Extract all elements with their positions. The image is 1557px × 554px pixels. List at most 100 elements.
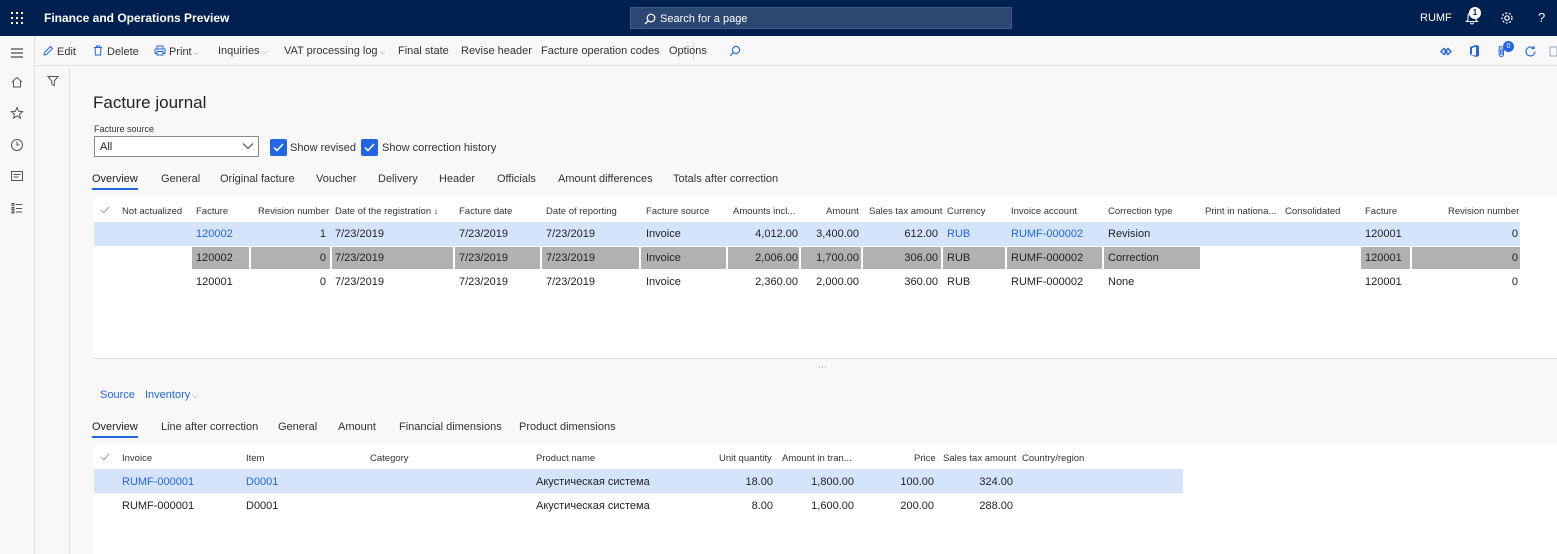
col-header-not-actualized[interactable]: Not actualized bbox=[122, 206, 182, 217]
item-cell[interactable]: D0001 bbox=[246, 500, 278, 512]
invoice-link[interactable]: RUMF-000001 bbox=[122, 476, 194, 488]
col-header-facture-source[interactable]: Facture source bbox=[646, 206, 709, 217]
col-header-facture-date[interactable]: Facture date bbox=[459, 206, 512, 217]
col-header-correction-type[interactable]: Correction type bbox=[1108, 206, 1172, 217]
pane-splitter[interactable]: ⋯ bbox=[818, 362, 828, 373]
facture-cell[interactable]: 120002 bbox=[196, 252, 233, 264]
delete-button[interactable]: Delete bbox=[93, 45, 139, 58]
facture-cell[interactable]: 120001 bbox=[196, 276, 233, 288]
search-box[interactable]: Search for a page bbox=[630, 7, 1012, 29]
col-header-consolidated[interactable]: Consolidated bbox=[1285, 206, 1340, 217]
tab-original-facture[interactable]: Original facture bbox=[220, 173, 295, 185]
facture-operation-codes-button[interactable]: Facture operation codes bbox=[541, 45, 660, 57]
corrected-facture-cell: 120001 bbox=[1365, 276, 1402, 288]
tab-financial-dimensions[interactable]: Financial dimensions bbox=[399, 421, 502, 433]
tab-general[interactable]: General bbox=[161, 173, 200, 185]
col-header-print-in-national[interactable]: Print in nationa... bbox=[1205, 206, 1276, 217]
final-state-button[interactable]: Final state bbox=[398, 45, 449, 57]
facture-source-label: Facture source bbox=[94, 124, 155, 134]
invoice-account-link[interactable]: RUMF-000002 bbox=[1011, 228, 1083, 240]
col-header-date-of-registration[interactable]: Date of the registration ↓ bbox=[335, 206, 439, 217]
facture-source-dropdown[interactable]: All bbox=[94, 136, 259, 157]
pencil-icon bbox=[43, 45, 54, 56]
col-header-invoice[interactable]: Invoice bbox=[122, 453, 152, 464]
col-header-revision-number[interactable]: Revision number bbox=[258, 206, 329, 217]
tab-amount[interactable]: Amount bbox=[338, 421, 376, 433]
settings-gear-icon[interactable] bbox=[1500, 11, 1514, 25]
print-menu-button[interactable]: Print ⌵ bbox=[154, 45, 199, 58]
edit-button[interactable]: Edit bbox=[43, 45, 76, 58]
product-name-cell: Акустическая система bbox=[536, 476, 650, 488]
select-all-check-icon[interactable] bbox=[100, 453, 110, 461]
options-button[interactable]: Options bbox=[669, 45, 707, 57]
help-icon[interactable]: ? bbox=[1538, 10, 1545, 25]
open-in-new-window-icon[interactable] bbox=[1549, 46, 1557, 57]
select-all-check-icon[interactable] bbox=[100, 206, 110, 214]
revision-number-cell: 0 bbox=[319, 252, 326, 264]
workspaces-icon[interactable] bbox=[10, 169, 24, 183]
facture-date-cell: 7/23/2019 bbox=[459, 252, 508, 264]
app-title: Finance and Operations Preview bbox=[44, 11, 230, 25]
company-picker[interactable]: RUMF bbox=[1420, 12, 1452, 24]
tab-header[interactable]: Header bbox=[439, 173, 475, 185]
filter-funnel-icon[interactable] bbox=[47, 75, 59, 87]
item-link[interactable]: D0001 bbox=[246, 476, 278, 488]
col-header-price[interactable]: Price bbox=[914, 453, 936, 464]
col-header-item[interactable]: Item bbox=[246, 453, 264, 464]
show-revised-checkbox[interactable] bbox=[270, 139, 287, 156]
action-search-icon[interactable] bbox=[729, 45, 741, 57]
invoice-account-cell[interactable]: RUMF-000002 bbox=[1011, 252, 1083, 264]
currency-cell[interactable]: RUB bbox=[947, 252, 970, 264]
tab-delivery[interactable]: Delivery bbox=[378, 173, 418, 185]
col-header-amount[interactable]: Amount bbox=[826, 206, 859, 217]
col-header-invoice-account[interactable]: Invoice account bbox=[1011, 206, 1077, 217]
col-header-date-of-reporting[interactable]: Date of reporting bbox=[546, 206, 617, 217]
tab-overview[interactable]: Overview bbox=[92, 173, 138, 185]
power-apps-icon[interactable] bbox=[1440, 47, 1452, 56]
revise-header-button[interactable]: Revise header bbox=[461, 45, 532, 57]
hamburger-menu-icon[interactable] bbox=[10, 46, 24, 60]
tab-lines-general[interactable]: General bbox=[278, 421, 317, 433]
invoice-cell[interactable]: RUMF-000001 bbox=[122, 500, 194, 512]
inquiries-menu-button[interactable]: Inquiries ⌵ bbox=[218, 45, 267, 57]
tab-officials[interactable]: Officials bbox=[497, 173, 536, 185]
col-header-unit-quantity[interactable]: Unit quantity bbox=[719, 453, 772, 464]
currency-cell[interactable]: RUB bbox=[947, 276, 970, 288]
tab-line-after-correction[interactable]: Line after correction bbox=[161, 421, 258, 433]
tab-lines-overview[interactable]: Overview bbox=[92, 421, 138, 433]
col-header-corrected-facture[interactable]: Facture bbox=[1365, 206, 1397, 217]
search-placeholder: Search for a page bbox=[660, 13, 748, 25]
col-header-sales-tax-amount[interactable]: Sales tax amount bbox=[943, 453, 1016, 464]
modules-list-icon[interactable] bbox=[10, 201, 24, 215]
tab-totals-after-correction[interactable]: Totals after correction bbox=[673, 173, 778, 185]
tab-amount-differences[interactable]: Amount differences bbox=[558, 173, 653, 185]
source-button[interactable]: Source bbox=[100, 389, 135, 401]
app-launcher-icon[interactable] bbox=[11, 12, 23, 24]
printer-icon bbox=[154, 45, 166, 56]
invoice-account-cell[interactable]: RUMF-000002 bbox=[1011, 276, 1083, 288]
facture-link[interactable]: 120002 bbox=[196, 228, 233, 240]
vat-log-label: VAT processing log bbox=[284, 45, 378, 57]
col-header-category[interactable]: Category bbox=[370, 453, 409, 464]
office-icon[interactable] bbox=[1469, 44, 1480, 58]
tab-product-dimensions[interactable]: Product dimensions bbox=[519, 421, 616, 433]
col-header-product-name[interactable]: Product name bbox=[536, 453, 595, 464]
print-label: Print bbox=[169, 46, 192, 58]
tab-voucher[interactable]: Voucher bbox=[316, 173, 356, 185]
col-header-currency[interactable]: Currency bbox=[947, 206, 986, 217]
col-header-sales-tax-amount[interactable]: Sales tax amount bbox=[869, 206, 942, 217]
inventory-menu-button[interactable]: Inventory ⌵ bbox=[145, 389, 198, 401]
refresh-icon[interactable] bbox=[1524, 45, 1537, 58]
col-header-amounts-incl[interactable]: Amounts incl... bbox=[733, 206, 795, 217]
home-icon[interactable] bbox=[10, 75, 24, 89]
show-correction-history-checkbox[interactable] bbox=[361, 139, 378, 156]
corrected-revision-cell: 0 bbox=[1511, 276, 1518, 288]
currency-link[interactable]: RUB bbox=[947, 228, 970, 240]
vat-processing-log-button[interactable]: VAT processing log ⌵ bbox=[284, 45, 385, 57]
col-header-amount-in-transaction[interactable]: Amount in tran... bbox=[782, 453, 852, 464]
col-header-facture[interactable]: Facture bbox=[196, 206, 228, 217]
recent-clock-icon[interactable] bbox=[10, 138, 24, 152]
favorites-star-icon[interactable] bbox=[10, 106, 24, 120]
col-header-country-region[interactable]: Country/region bbox=[1022, 453, 1084, 464]
col-header-corrected-revision-number[interactable]: Revision number bbox=[1448, 206, 1519, 217]
